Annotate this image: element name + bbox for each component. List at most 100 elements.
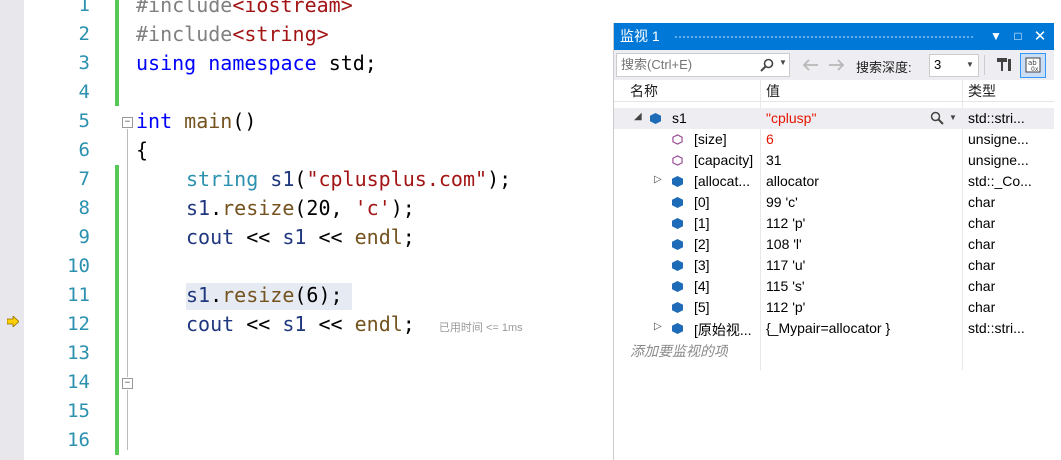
watch-row[interactable]: [5] 112 'p' char (614, 297, 1054, 318)
watch-toolbar: ▼ 搜索深度: 3 ▼ ab 0x (614, 50, 1054, 80)
watch-window: 监视 1 ▼ □ ✕ ▼ 搜索深度: 3 ▼ (613, 23, 1054, 460)
watch-row[interactable]: [capacity] 31 unsigne... (614, 150, 1054, 171)
watch-name: [4] (694, 278, 710, 294)
add-watch-row[interactable]: 添加要监视的项 (614, 339, 1054, 360)
watch-type: char (968, 257, 996, 273)
search-input[interactable] (617, 54, 755, 74)
current-statement-arrow-icon (7, 316, 19, 327)
add-watch-hint[interactable]: 添加要监视的项 (630, 341, 728, 361)
line-number: 12 (67, 313, 90, 335)
line-number: 11 (67, 284, 90, 306)
watch-row[interactable]: [0] 99 'c' char (614, 192, 1054, 213)
elapsed-time-hint[interactable]: 已用时间 <= 1ms (439, 322, 523, 334)
code-line-8[interactable]: s1.resize(20, 'c'); (186, 194, 415, 223)
code-line-12[interactable]: cout << s1 << endl; 已用时间 <= 1ms (186, 310, 523, 343)
dropdown-arrow-icon[interactable]: ▼ (986, 23, 1006, 50)
hex-display-icon: ab 0x (1025, 57, 1041, 73)
code-line-1[interactable]: #include<iostream> (136, 0, 353, 20)
function-name: endl (354, 225, 403, 249)
function-name: main (184, 109, 233, 133)
maximize-icon[interactable]: □ (1008, 23, 1028, 50)
code-line-3[interactable]: using namespace std; (136, 49, 377, 78)
search-options-arrow-icon[interactable]: ▼ (779, 58, 787, 67)
keyword: int (136, 109, 173, 133)
line-number: 4 (78, 81, 90, 103)
variable: cout (186, 225, 235, 249)
property-icon (672, 155, 683, 166)
expand-arrow-icon[interactable]: ▷ (654, 174, 662, 185)
hex-display-toggle[interactable]: ab 0x (1020, 53, 1046, 78)
function-name: resize (222, 283, 295, 307)
watch-value[interactable]: 99 'c' (766, 194, 798, 210)
string-literal: "cplusplus.com" (306, 167, 488, 191)
include-header: <string> (232, 22, 329, 46)
collapse-main-icon[interactable]: − (122, 117, 133, 128)
title-grip (674, 35, 974, 39)
arguments: (6); (294, 283, 343, 307)
column-header-value[interactable]: 值 (766, 81, 780, 101)
change-bar (115, 165, 119, 455)
punctuation: . (210, 196, 223, 220)
chevron-down-icon[interactable]: ▼ (966, 60, 974, 69)
watch-value[interactable]: 31 (766, 152, 782, 168)
collapse-arrow-icon[interactable]: ◢ (634, 111, 642, 122)
variable: s1 (282, 225, 307, 249)
watch-name: [0] (694, 194, 710, 210)
watch-row[interactable]: [2] 108 'l' char (614, 234, 1054, 255)
line-number: 13 (67, 342, 90, 364)
punctuation: () (232, 109, 257, 133)
watch-value[interactable]: 115 's' (766, 278, 805, 294)
watch-row[interactable]: [size] 6 unsigne... (614, 129, 1054, 150)
expand-arrow-icon[interactable]: ▷ (654, 321, 662, 332)
watch-row[interactable]: ◢ s1 "cplusp" ▼ std::stri... (614, 108, 1054, 129)
code-line-7[interactable]: string s1("cplusplus.com"); (186, 165, 511, 194)
punctuation: ( (294, 167, 307, 191)
collapse-block-icon[interactable]: − (122, 378, 133, 389)
code-line-5[interactable]: int main() (136, 107, 256, 136)
object-icon (672, 302, 683, 313)
code-line-2[interactable]: #include<string> (136, 20, 329, 49)
code-line-11[interactable]: s1.resize(6); (186, 281, 343, 310)
watch-value[interactable]: 117 'u' (766, 257, 805, 273)
function-name: endl (354, 312, 403, 336)
pin-filter-icon[interactable] (995, 56, 1013, 74)
search-box[interactable]: ▼ (616, 53, 790, 77)
watch-name: [2] (694, 236, 710, 252)
watch-value[interactable]: 6 (766, 131, 774, 147)
function-name: resize (222, 196, 295, 220)
watch-type: char (968, 299, 996, 315)
watch-row[interactable]: ▷ [原始视... {_Mypair=allocator } std::stri… (614, 318, 1054, 339)
glyph-margin[interactable] (0, 0, 24, 460)
watch-row[interactable]: ▷ [allocat... allocator std::_Co... (614, 171, 1054, 192)
code-editor[interactable]: 1 2 3 4 5 6 7 8 9 10 11 12 13 14 15 16 −… (0, 0, 612, 460)
code-line-9[interactable]: cout << s1 << endl; (186, 223, 415, 252)
line-number: 15 (67, 400, 90, 422)
object-icon (672, 218, 683, 229)
variable: s1 (282, 312, 307, 336)
visualizer-dropdown-icon[interactable]: ▼ (949, 113, 957, 122)
svg-text:0x: 0x (1031, 66, 1039, 73)
watch-row[interactable]: [1] 112 'p' char (614, 213, 1054, 234)
close-icon[interactable]: ✕ (1030, 23, 1050, 50)
watch-type: char (968, 215, 996, 231)
watch-value[interactable]: 108 'l' (766, 236, 802, 252)
code-line-6[interactable]: { (136, 136, 148, 165)
watch-title-bar[interactable]: 监视 1 ▼ □ ✕ (614, 23, 1054, 50)
column-header-type[interactable]: 类型 (968, 81, 996, 101)
search-icon[interactable] (760, 58, 774, 72)
watch-type: std::_Co... (968, 173, 1032, 189)
watch-name: [capacity] (694, 152, 754, 168)
watch-value[interactable]: allocator (766, 173, 819, 189)
column-header-name[interactable]: 名称 (630, 81, 658, 101)
watch-row[interactable]: [4] 115 's' char (614, 276, 1054, 297)
watch-value[interactable]: 112 'p' (766, 299, 805, 315)
watch-name: [原始视... (694, 322, 752, 338)
watch-value[interactable]: {_Mypair=allocator } (766, 320, 890, 336)
watch-value[interactable]: 112 'p' (766, 215, 805, 231)
forward-arrow-icon[interactable] (828, 58, 846, 72)
text-visualizer-icon[interactable] (930, 111, 944, 125)
watch-value[interactable]: "cplusp" (766, 110, 816, 126)
watch-row[interactable]: [3] 117 'u' char (614, 255, 1054, 276)
search-depth-select[interactable]: 3 ▼ (929, 54, 979, 77)
back-arrow-icon[interactable] (801, 58, 819, 72)
